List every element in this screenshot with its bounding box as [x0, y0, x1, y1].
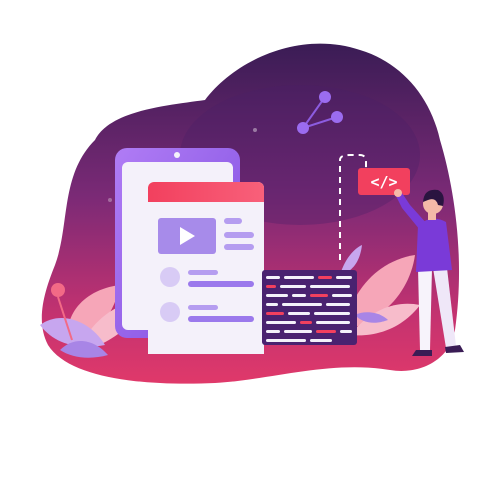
code-line: [266, 312, 284, 315]
code-line: [266, 285, 276, 288]
code-line: [326, 303, 350, 306]
code-line: [300, 321, 312, 324]
code-badge: </>: [358, 168, 410, 195]
code-line: [310, 339, 332, 342]
illustration: </>: [40, 43, 464, 384]
code-line: [266, 276, 280, 279]
code-line: [340, 330, 352, 333]
code-badge-label: </>: [370, 173, 397, 191]
code-line: [318, 276, 332, 279]
code-line: [266, 330, 280, 333]
code-line: [266, 321, 296, 324]
code-panel: [262, 270, 357, 345]
code-line: [266, 303, 278, 306]
code-line: [332, 294, 352, 297]
list-avatar: [160, 302, 180, 322]
code-line: [266, 339, 306, 342]
code-line: [310, 285, 350, 288]
code-line: [288, 312, 310, 315]
code-line: [336, 276, 352, 279]
code-line: [316, 321, 350, 324]
code-line: [284, 330, 312, 333]
list-avatar: [160, 267, 180, 287]
code-line: [284, 276, 314, 279]
code-line: [282, 303, 322, 306]
code-line: [266, 294, 288, 297]
content-card: [148, 182, 264, 354]
code-line: [280, 285, 306, 288]
code-line: [310, 294, 328, 297]
code-line: [316, 330, 336, 333]
sparkle: [108, 198, 112, 202]
code-line: [314, 312, 350, 315]
code-line: [292, 294, 306, 297]
sparkle: [253, 128, 257, 132]
